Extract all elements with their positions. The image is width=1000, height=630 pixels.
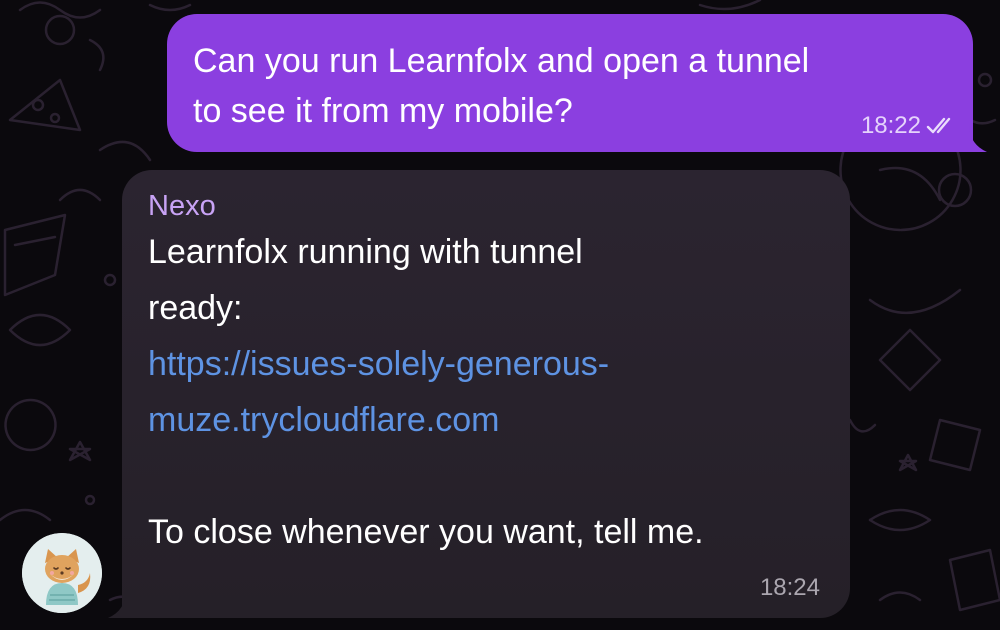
- incoming-message-bubble[interactable]: Nexo Learnfolx running with tunnel ready…: [108, 170, 850, 618]
- outgoing-bubble-tail: [959, 124, 987, 152]
- outgoing-message-meta: 18:22: [861, 112, 955, 140]
- incoming-message-time: 18:24: [759, 574, 820, 601]
- tunnel-link[interactable]: https://issues-solely-generous- muze.try…: [148, 336, 824, 448]
- incoming-message-line: Learnfolx running with tunnel: [148, 233, 583, 271]
- incoming-message-line: ready:: [148, 289, 243, 327]
- tunnel-link-line[interactable]: muze.trycloudflare.com: [148, 392, 824, 448]
- outgoing-message-line: Can you run Learnfolx and open a tunnel: [193, 42, 810, 80]
- outgoing-message-text: Can you run Learnfolx and open a tunnel …: [193, 36, 933, 136]
- outgoing-message-bubble[interactable]: Can you run Learnfolx and open a tunnel …: [167, 14, 987, 152]
- fox-avatar-icon: [22, 533, 102, 613]
- outgoing-message-time: 18:22: [860, 112, 921, 139]
- incoming-bubble-tail: [108, 590, 136, 618]
- outgoing-message-line: to see it from my mobile?: [193, 92, 573, 130]
- sender-name[interactable]: Nexo: [148, 188, 824, 224]
- tunnel-link-line[interactable]: https://issues-solely-generous-: [148, 336, 824, 392]
- double-check-icon: [926, 117, 951, 134]
- incoming-message-closing: To close whenever you want, tell me.: [148, 513, 704, 551]
- avatar[interactable]: [22, 533, 102, 613]
